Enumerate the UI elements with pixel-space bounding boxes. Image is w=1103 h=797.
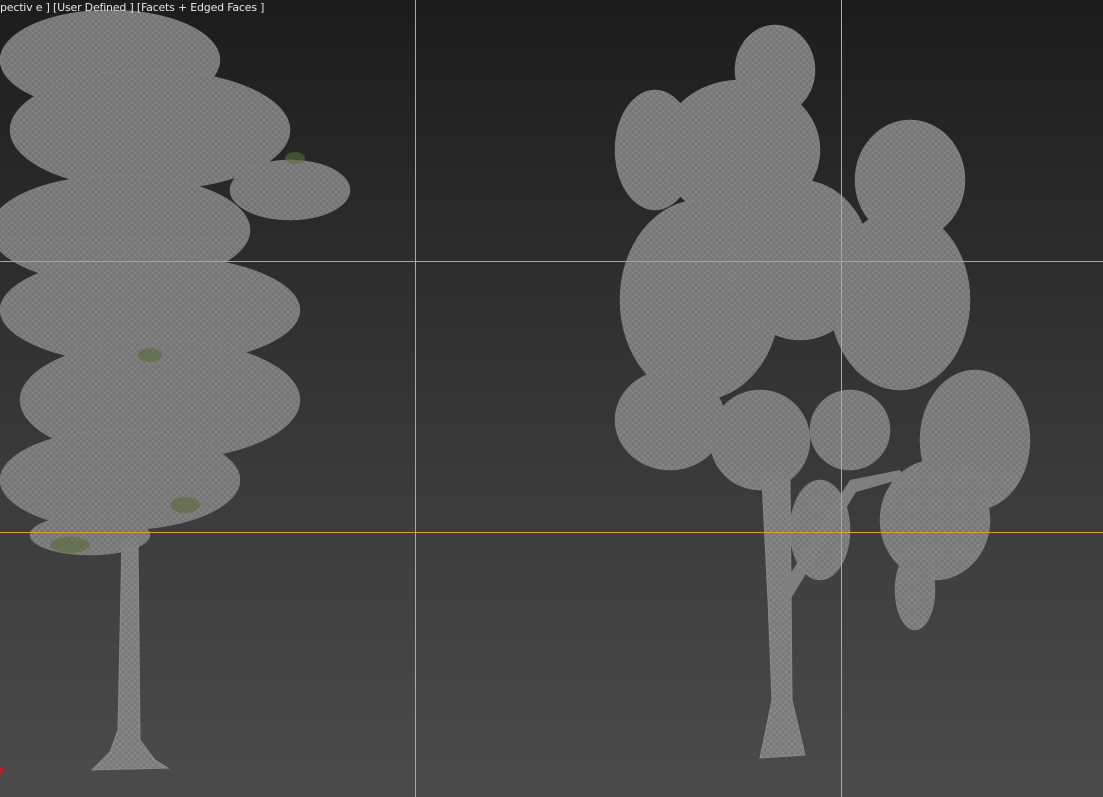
tree-left[interactable] [0,9,351,771]
tree-right[interactable] [614,24,1031,759]
safe-frame-vertical-left [415,0,416,797]
scene-canvas [0,9,1031,774]
viewport-label[interactable]: pectiv e ] [User Defined ] [Facets + Edg… [0,1,264,14]
safe-frame-horizontal-top [0,261,1103,262]
perspective-viewport[interactable]: pectiv e ] [User Defined ] [Facets + Edg… [0,0,1103,797]
origin-marker [0,768,3,774]
safe-frame-horizontal-bottom [0,532,1103,533]
safe-frame-vertical-right [841,0,842,797]
